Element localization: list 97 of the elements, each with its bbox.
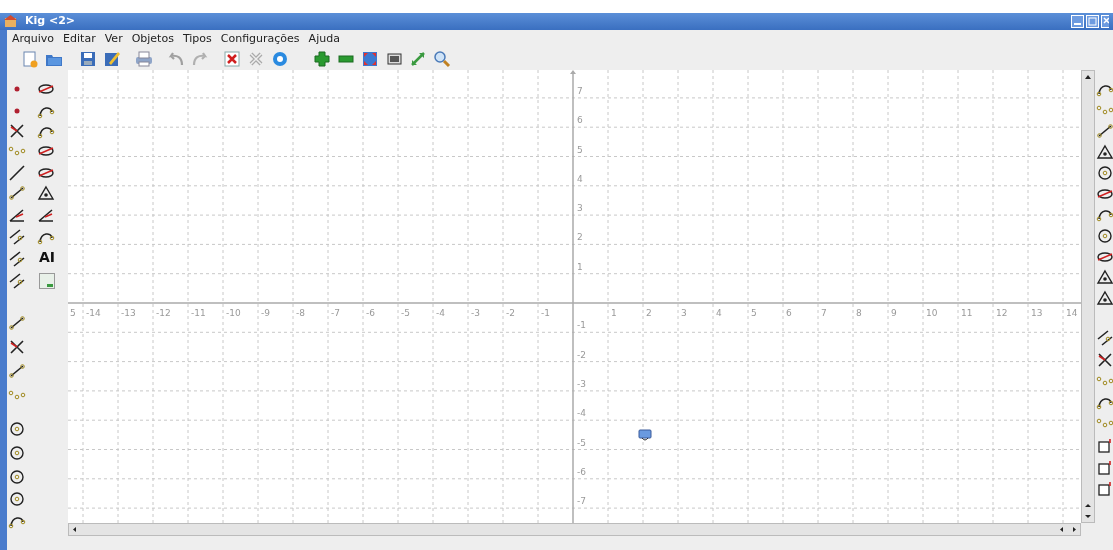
intersecting-lines-icon[interactable] — [8, 122, 26, 140]
text-tool[interactable]: AI — [39, 250, 56, 264]
axis-label: 5 — [751, 308, 757, 318]
fit-to-screen-icon[interactable] — [361, 50, 379, 68]
gear-icon[interactable] — [271, 50, 289, 68]
minimize-button[interactable] — [1071, 15, 1084, 28]
triangle-icon[interactable] — [1096, 143, 1113, 161]
delete-icon[interactable] — [223, 50, 241, 68]
parallel-lines-icon[interactable] — [8, 228, 26, 246]
angle-icon[interactable] — [37, 206, 55, 224]
menu-item[interactable]: Configurações — [220, 30, 300, 48]
document-icon[interactable] — [38, 272, 56, 290]
segment-icon[interactable] — [8, 362, 26, 380]
axis-label: -3 — [471, 308, 480, 318]
square-icon[interactable] — [1096, 480, 1113, 498]
axis-label: -6 — [577, 466, 586, 477]
axis-label: -12 — [156, 308, 171, 318]
axis-label: 3 — [577, 203, 583, 214]
parallel-lines-icon[interactable] — [8, 272, 26, 290]
axis-label: 13 — [1031, 308, 1043, 318]
vertical-scrollbar[interactable] — [1081, 70, 1095, 523]
axis-label: 6 — [577, 115, 583, 126]
horizontal-scrollbar[interactable] — [68, 523, 1081, 536]
parallel-lines-icon[interactable] — [8, 250, 26, 268]
circle-icon[interactable] — [8, 420, 26, 438]
axis-label: -10 — [226, 308, 241, 318]
axis-label: 2 — [646, 308, 652, 318]
circle-icon[interactable] — [8, 468, 26, 486]
monitor-icon — [638, 429, 652, 441]
axis-label: 2 — [577, 232, 583, 243]
axis-label: -7 — [331, 308, 340, 318]
triangle-icon[interactable] — [1096, 289, 1113, 307]
axis-label: 1 — [611, 308, 617, 318]
axis-label: 12 — [996, 308, 1008, 318]
triangle-icon[interactable] — [1096, 268, 1113, 286]
axis-label: -9 — [261, 308, 270, 318]
maximize-button[interactable] — [1086, 15, 1099, 28]
circle-icon[interactable] — [8, 444, 26, 462]
axis-label: 6 — [786, 308, 792, 318]
axis-label: 8 — [856, 308, 862, 318]
circle-icon[interactable] — [8, 490, 26, 508]
segment-icon[interactable] — [8, 184, 26, 202]
printer-icon[interactable] — [135, 50, 153, 68]
axis-label: 7 — [821, 308, 827, 318]
circle-icon[interactable] — [1096, 164, 1113, 182]
axis-label: 11 — [961, 308, 973, 318]
axis-label: 4 — [716, 308, 722, 318]
axis-label: -13 — [121, 308, 136, 318]
axis-label: -1 — [577, 320, 586, 331]
angle-icon[interactable] — [8, 206, 26, 224]
app-icon — [4, 15, 17, 28]
axis-label: -4 — [436, 308, 445, 318]
intersecting-lines-icon[interactable] — [8, 338, 26, 356]
menu-item[interactable]: Editar — [63, 30, 96, 48]
menu-item[interactable]: Ajuda — [308, 30, 340, 48]
axis-label: 3 — [681, 308, 687, 318]
menu-item[interactable]: Tipos — [182, 30, 212, 48]
axis-label: -14 — [86, 308, 101, 318]
axis-label: -8 — [296, 308, 305, 318]
axis-label: 14 — [1066, 308, 1078, 318]
axis-label: 7 — [577, 85, 583, 96]
window-title: Kig <2> — [25, 13, 76, 30]
axis-label: 5 — [70, 308, 76, 318]
search-icon[interactable] — [433, 50, 451, 68]
axis-label: -2 — [577, 349, 586, 360]
resize-arrows-icon[interactable] — [409, 50, 427, 68]
axis-label: -11 — [191, 308, 206, 318]
menu-item[interactable]: Objetos — [131, 30, 174, 48]
axis-label: 9 — [891, 308, 897, 318]
intersecting-lines-icon[interactable] — [1096, 351, 1113, 369]
edit-document-icon[interactable] — [103, 50, 121, 68]
axis-label: -3 — [577, 378, 586, 389]
axis-label: 10 — [926, 308, 938, 318]
axis-label: -4 — [577, 408, 586, 419]
square-icon[interactable] — [1096, 459, 1113, 477]
image-icon[interactable] — [385, 50, 403, 68]
segment-icon[interactable] — [1096, 122, 1113, 140]
circle-icon[interactable] — [1096, 227, 1113, 245]
triangle-icon[interactable] — [37, 184, 55, 202]
axis-label: -6 — [366, 308, 375, 318]
axis-label: 5 — [577, 144, 583, 155]
close-button[interactable] — [1101, 15, 1109, 28]
line-icon[interactable] — [8, 164, 26, 182]
axis-label: -2 — [506, 308, 515, 318]
axis-label: -7 — [577, 496, 586, 507]
axis-label: 1 — [577, 261, 583, 272]
axis-label: -5 — [401, 308, 410, 318]
axis-label: 4 — [577, 173, 583, 184]
menu-item[interactable]: Arquivo — [12, 30, 55, 48]
axis-label: -1 — [541, 308, 550, 318]
menu-item[interactable]: Ver — [104, 30, 123, 48]
parallel-lines-icon[interactable] — [1096, 329, 1113, 347]
save-icon[interactable] — [79, 50, 97, 68]
segment-icon[interactable] — [8, 314, 26, 332]
axis-label: -5 — [577, 437, 586, 448]
plus-icon[interactable] — [313, 50, 331, 68]
square-icon[interactable] — [1096, 437, 1113, 455]
